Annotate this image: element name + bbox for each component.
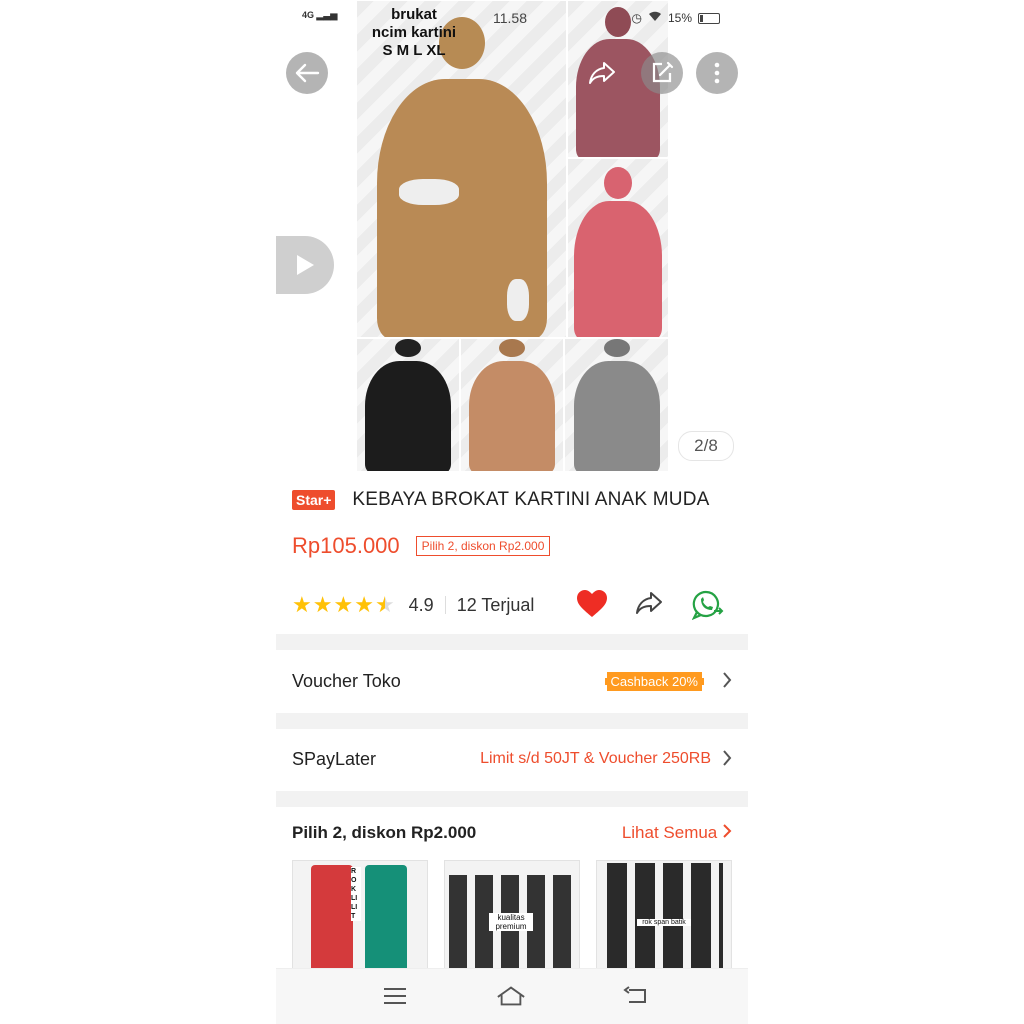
see-all-link[interactable]: Lihat Semua xyxy=(622,823,732,843)
bundle-header: Pilih 2, diskon Rp2.000 Lihat Semua xyxy=(292,823,732,843)
share-icon xyxy=(589,62,615,84)
system-nav-bar xyxy=(276,968,748,1024)
product-title-row: Star+ KEBAYA BROKAT KARTINI ANAK MUDA xyxy=(292,489,732,511)
thumb-caption: ROK LILIT xyxy=(351,867,361,921)
phone-screen: brukat ncim kartini S M L XL 2/8 4G ▂▃▅ … xyxy=(276,0,748,1024)
star-icon: ★ xyxy=(312,592,333,617)
chevron-right-icon xyxy=(723,824,732,838)
voucher-toko-row[interactable]: Voucher Toko Cashback 20% xyxy=(276,651,748,713)
nav-menu-button[interactable] xyxy=(380,983,410,1009)
home-icon xyxy=(497,986,525,1006)
nav-back-button[interactable] xyxy=(621,983,651,1009)
whatsapp-icon xyxy=(691,590,724,621)
battery-percent: 15% xyxy=(667,11,692,25)
edit-icon xyxy=(652,61,674,83)
star-icon: ★ xyxy=(333,592,354,617)
price-row: Rp105.000 Pilih 2, diskon Rp2.000 xyxy=(292,533,551,559)
product-title: KEBAYA BROKAT KARTINI ANAK MUDA xyxy=(352,489,710,510)
sold-count: 12 Terjual xyxy=(456,594,535,615)
product-price: Rp105.000 xyxy=(292,533,400,558)
bundle-title: Pilih 2, diskon Rp2.000 xyxy=(292,823,477,842)
gallery-tile-pink xyxy=(567,158,669,338)
favorite-button[interactable] xyxy=(576,590,608,623)
bundle-promo-tag[interactable]: Pilih 2, diskon Rp2.000 xyxy=(415,536,551,556)
share-icon xyxy=(636,592,662,614)
divider xyxy=(444,596,446,614)
bundle-product-list: ROK LILIT kualitas premium rok span bati… xyxy=(292,860,732,975)
battery-icon xyxy=(698,12,720,24)
back-icon xyxy=(623,986,646,1003)
chevron-right-icon xyxy=(722,749,732,772)
thumb-caption: rok span batik xyxy=(637,919,691,926)
star-plus-badge: Star+ xyxy=(292,490,336,510)
voucher-label: Voucher Toko xyxy=(292,671,401,691)
cashback-badge: Cashback 20% xyxy=(604,672,704,691)
arrow-left-icon xyxy=(295,63,320,83)
bundle-product-thumb[interactable]: ROK LILIT xyxy=(292,860,428,975)
more-vertical-icon xyxy=(714,62,720,84)
alarm-icon: ◷ xyxy=(631,11,642,25)
share-button[interactable] xyxy=(634,590,664,621)
section-divider xyxy=(276,791,748,807)
back-button[interactable] xyxy=(286,52,328,94)
edit-button[interactable] xyxy=(641,52,683,94)
spaylater-row[interactable]: SPayLater Limit s/d 50JT & Voucher 250RB xyxy=(276,729,748,791)
spaylater-label: SPayLater xyxy=(292,749,377,769)
heart-icon xyxy=(577,590,607,617)
signal-icon: ▂▃▅ xyxy=(316,10,338,20)
spaylater-value: Limit s/d 50JT & Voucher 250RB xyxy=(480,750,711,767)
nav-home-button[interactable] xyxy=(496,983,526,1009)
section-divider xyxy=(276,713,748,729)
bundle-product-thumb[interactable]: kualitas premium xyxy=(444,860,580,975)
network-indicator: 4G ▂▃▅ xyxy=(302,10,338,20)
star-icon: ★ xyxy=(354,592,374,617)
play-icon xyxy=(297,255,314,275)
rating-stars: ★ ★ ★ ★ ★ xyxy=(292,594,395,616)
status-time: 11.58 xyxy=(493,10,527,26)
rating-row: ★ ★ ★ ★ ★ 4.9 12 Terjual xyxy=(292,590,732,623)
gallery-tile-peach xyxy=(460,338,564,472)
whatsapp-share-button[interactable] xyxy=(691,590,724,625)
share-button-top[interactable] xyxy=(581,52,623,94)
section-divider xyxy=(276,634,748,650)
thumb-caption: kualitas premium xyxy=(489,913,533,931)
wifi-icon xyxy=(648,11,662,25)
chevron-right-icon xyxy=(722,671,732,694)
rating-value: 4.9 xyxy=(408,594,434,615)
menu-icon xyxy=(384,988,406,1004)
gallery-tile-grey xyxy=(564,338,669,472)
gallery-tile-black xyxy=(356,338,460,472)
image-page-counter: 2/8 xyxy=(678,431,734,461)
more-options-button[interactable] xyxy=(696,52,738,94)
status-bar: 4G ▂▃▅ 11.58 ◷ 15% xyxy=(276,0,748,36)
bundle-product-thumb[interactable]: rok span batik xyxy=(596,860,732,975)
half-star-icon: ★ xyxy=(374,592,395,617)
play-video-button[interactable] xyxy=(276,236,334,294)
star-icon: ★ xyxy=(292,592,312,617)
